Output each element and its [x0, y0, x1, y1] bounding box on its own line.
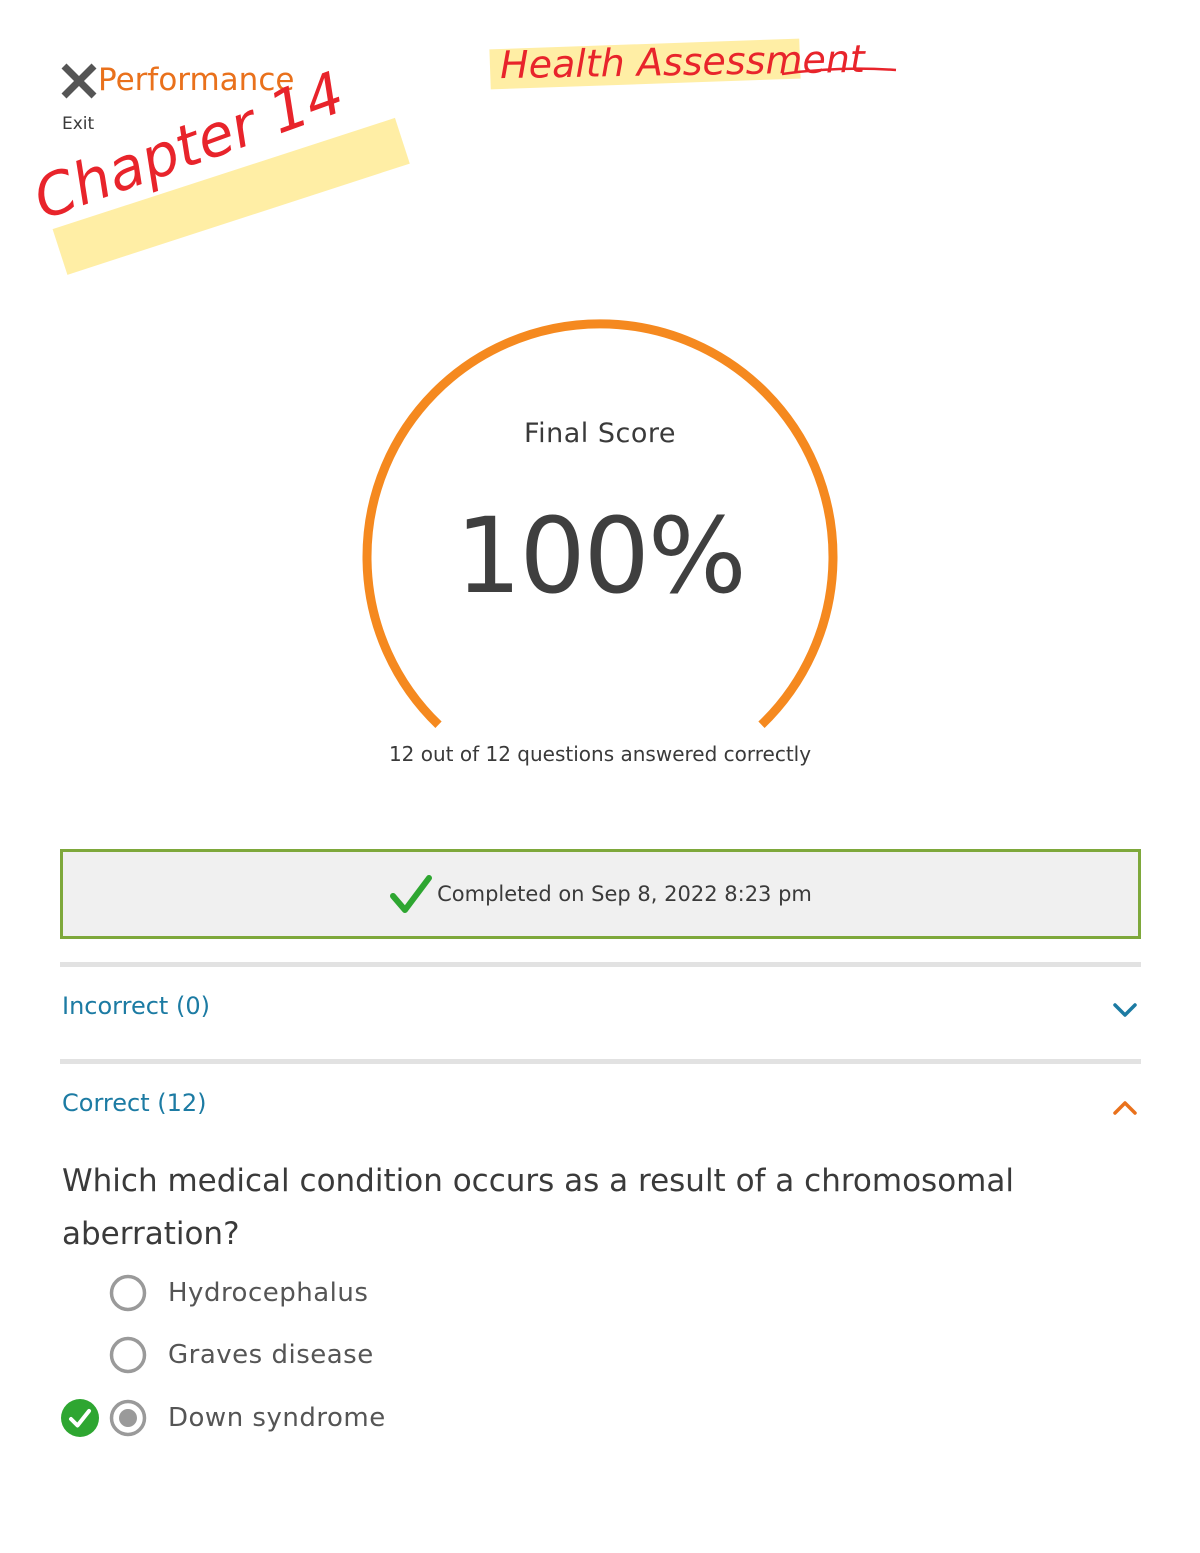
completion-text: Completed on Sep 8, 2022 8:23 pm [437, 882, 812, 906]
answer-option[interactable]: Graves disease [108, 1335, 374, 1375]
radio-unselected-icon[interactable] [108, 1273, 148, 1313]
exit-link[interactable]: Exit [62, 114, 94, 134]
incorrect-section-toggle[interactable]: Incorrect (0) [62, 992, 210, 1020]
answer-option[interactable]: Hydrocephalus [108, 1273, 368, 1313]
checkmark-icon [390, 875, 433, 913]
correct-section-toggle[interactable]: Correct (12) [62, 1089, 207, 1117]
underline-stroke [781, 67, 897, 76]
answer-option-label: Down syndrome [168, 1403, 386, 1433]
completion-banner: Completed on Sep 8, 2022 8:23 pm [60, 849, 1141, 939]
question-text: Which medical condition occurs as a resu… [62, 1163, 1014, 1252]
radio-selected-icon[interactable] [108, 1398, 148, 1438]
score-caption: 12 out of 12 questions answered correctl… [388, 742, 812, 766]
chevron-down-icon[interactable] [1110, 995, 1140, 1025]
radio-unselected-icon[interactable] [108, 1335, 148, 1375]
divider [60, 962, 1141, 967]
score-title: Final Score [524, 418, 676, 449]
chevron-up-icon[interactable] [1110, 1093, 1140, 1123]
close-icon[interactable] [58, 60, 100, 102]
correct-answer-icon [61, 1399, 99, 1437]
answer-option-label: Hydrocephalus [168, 1278, 369, 1308]
answer-option-label: Graves disease [168, 1340, 374, 1370]
score-value: 100% [455, 495, 746, 617]
answer-option[interactable]: Down syndrome [108, 1398, 386, 1438]
divider [60, 1059, 1141, 1064]
